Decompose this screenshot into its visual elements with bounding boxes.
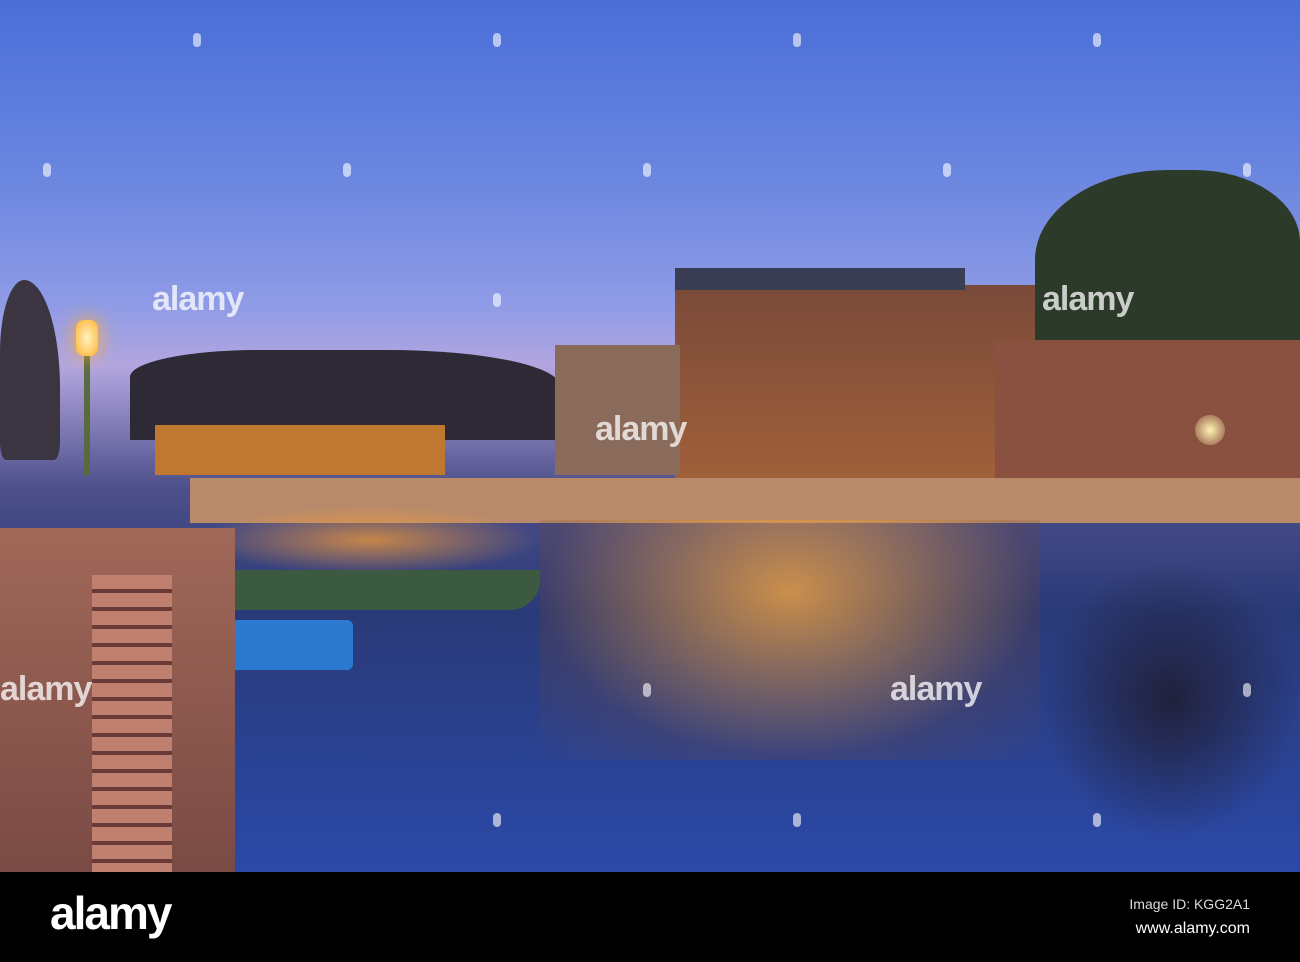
watermark: alamy [1042,280,1134,318]
shed [155,425,445,475]
watermark-dot [643,163,651,177]
alamy-logo: alamy [50,887,172,939]
watermark-dot [943,163,951,177]
watermark-dot [1243,163,1251,177]
lamp-light [76,320,98,356]
reflection [200,505,540,575]
watermark-dot [493,813,501,827]
watermark: alamy [0,670,92,708]
watermark-dot [343,163,351,177]
steps [92,575,172,872]
boat [210,570,540,610]
reflection-dark [1040,560,1300,840]
watermark-dot [493,293,501,307]
watermark-dot [43,163,51,177]
website: www.alamy.com [1135,920,1250,937]
warehouse-roof [675,268,965,290]
watermark: alamy [595,410,687,448]
light-glow [1195,415,1225,445]
trees-right [1035,170,1300,350]
pedalo [218,620,353,670]
watermark-dot [1243,683,1251,697]
photo: alamy alamy alamy alamy alamy [0,0,1300,872]
watermark: alamy [152,280,244,318]
warehouse-building [675,285,1035,480]
watermark: alamy [890,670,982,708]
watermark-dot [193,33,201,47]
watermark-dot [1093,33,1101,47]
footer: alamy Image ID: KGG2A1 www.alamy.com [0,872,1300,962]
lamp-post [84,340,90,475]
reflection [540,520,1040,760]
image-id: Image ID: KGG2A1 [1129,896,1250,912]
wall-right [995,340,1300,495]
watermark-dot [1093,813,1101,827]
tree [0,280,60,460]
watermark-dot [793,813,801,827]
watermark-dot [643,683,651,697]
watermark-dot [793,33,801,47]
watermark-dot [493,33,501,47]
